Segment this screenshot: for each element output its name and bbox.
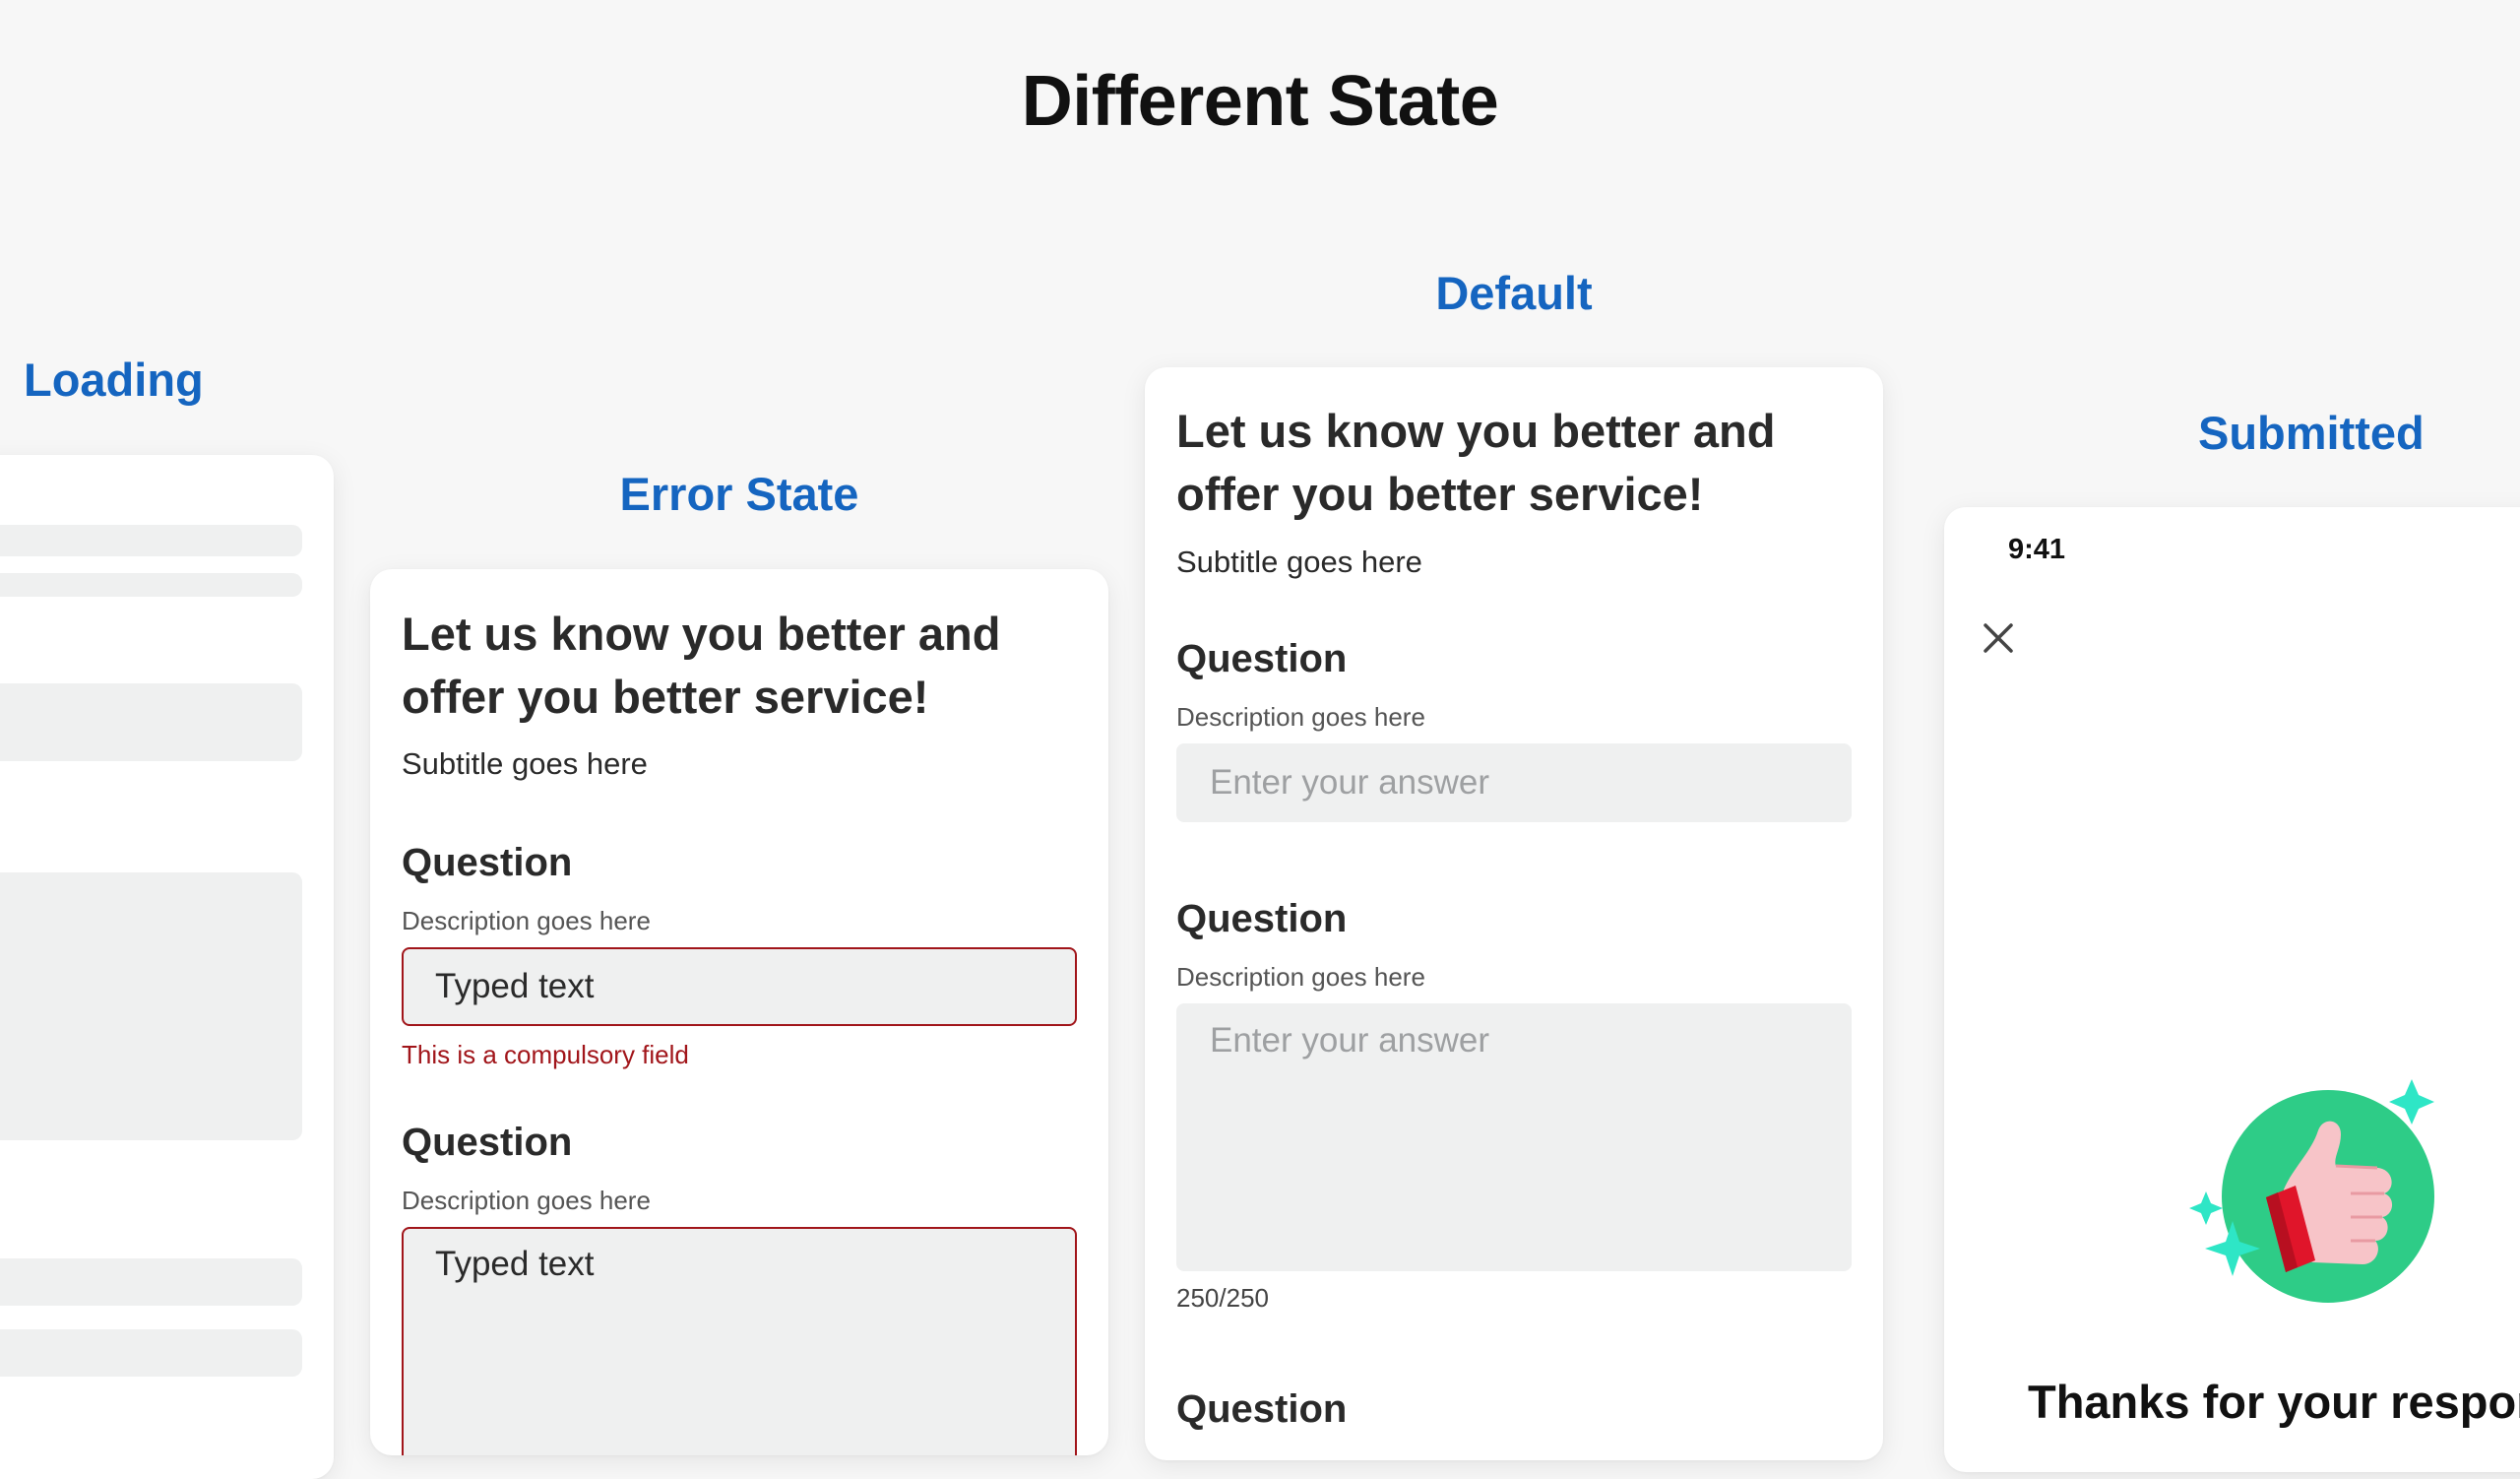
answer-input-error[interactable]	[402, 947, 1077, 1026]
question-description: Description goes here	[402, 906, 651, 935]
skeleton-field	[0, 683, 302, 761]
status-bar-time: 9:41	[2008, 534, 2066, 565]
page-title: Different State	[1021, 62, 1499, 141]
skeleton-line	[0, 573, 302, 597]
sparkle-icon	[2189, 1191, 2223, 1225]
submitted-state-label: Submitted	[2198, 407, 2425, 459]
skeleton-textarea	[0, 872, 302, 1140]
loading-card	[0, 455, 334, 1479]
thumbs-up-icon	[2189, 1079, 2434, 1303]
question-title: Question	[1176, 637, 1348, 680]
form-title: Let us know you better and offer you bet…	[402, 608, 1001, 723]
loading-state-label: Loading	[24, 354, 204, 406]
close-icon[interactable]	[1979, 618, 2018, 658]
question-description: Description goes here	[402, 1186, 651, 1215]
error-message: This is a compulsory field	[402, 1040, 689, 1069]
answer-textarea-error[interactable]: Typed text	[402, 1227, 1077, 1455]
character-counter: 250/250	[1176, 1283, 1269, 1313]
skeleton-line	[0, 1329, 302, 1377]
question-title: Question	[402, 841, 573, 884]
thanks-message: Thanks for your response	[2028, 1376, 2520, 1428]
form-subtitle: Subtitle goes here	[1176, 545, 1422, 579]
question-description: Description goes here	[1176, 962, 1425, 992]
answer-textarea[interactable]	[1176, 1003, 1852, 1271]
default-state-label: Default	[1435, 267, 1593, 319]
submitted-phone-card	[1944, 507, 2520, 1472]
question-title: Question	[1176, 1387, 1348, 1431]
form-title: Let us know you better and offer you bet…	[1176, 405, 1776, 520]
answer-input[interactable]	[1176, 743, 1852, 822]
default-form-card: Let us know you better and offer you bet…	[1145, 367, 1883, 1460]
error-state-label: Error State	[619, 468, 859, 520]
error-state-form-card: Let us know you better and offer you bet…	[370, 569, 1108, 1455]
skeleton-line	[0, 1258, 302, 1306]
question-description: Description goes here	[1176, 702, 1425, 732]
question-title: Question	[402, 1121, 573, 1164]
question-title: Question	[1176, 897, 1348, 940]
form-subtitle: Subtitle goes here	[402, 746, 648, 781]
skeleton-line	[0, 525, 302, 556]
